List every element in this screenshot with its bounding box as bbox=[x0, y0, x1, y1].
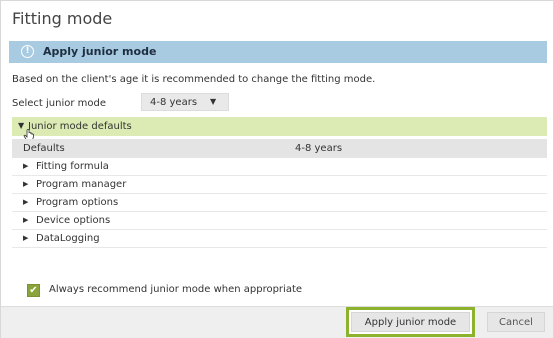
tree-item-program-manager[interactable]: ▶ Program manager bbox=[12, 176, 547, 194]
cancel-button[interactable]: Cancel bbox=[487, 312, 545, 332]
column-header-defaults: Defaults bbox=[23, 143, 65, 154]
junior-mode-select[interactable]: 4-8 years ▼ bbox=[141, 93, 229, 111]
tree-item-datalogging[interactable]: ▶ DataLogging bbox=[12, 230, 547, 248]
dialog-title: Fitting mode bbox=[12, 9, 113, 28]
tree-item-label: Program options bbox=[36, 197, 119, 208]
apply-junior-mode-button[interactable]: Apply junior mode bbox=[351, 312, 470, 332]
tree-item-label: Program manager bbox=[36, 179, 127, 190]
junior-mode-label: Select junior mode bbox=[12, 98, 107, 109]
always-recommend-label[interactable]: Always recommend junior mode when approp… bbox=[49, 284, 302, 295]
expand-arrow-icon[interactable]: ▶ bbox=[23, 198, 28, 206]
expand-arrow-icon[interactable]: ▶ bbox=[23, 216, 28, 224]
apply-button-highlight: Apply junior mode bbox=[346, 307, 475, 337]
banner-title: Apply junior mode bbox=[43, 45, 157, 58]
tree-item-fitting-formula[interactable]: ▶ Fitting formula bbox=[12, 158, 547, 176]
expand-arrow-icon[interactable]: ▶ bbox=[23, 162, 28, 170]
title-bar: Fitting mode bbox=[1, 1, 553, 39]
tree-item-device-options[interactable]: ▶ Device options bbox=[12, 212, 547, 230]
apply-junior-banner: ! Apply junior mode bbox=[9, 41, 547, 63]
tree-item-program-options[interactable]: ▶ Program options bbox=[12, 194, 547, 212]
tree-item-label: DataLogging bbox=[36, 233, 100, 244]
chevron-down-icon: ▼ bbox=[210, 97, 217, 106]
junior-defaults-section-header[interactable]: ▼ Junior mode defaults bbox=[12, 117, 547, 136]
junior-mode-value: 4-8 years bbox=[150, 97, 198, 108]
recommendation-text: Based on the client's age it is recommen… bbox=[12, 74, 376, 85]
info-icon: ! bbox=[21, 45, 34, 58]
defaults-table-header: Defaults 4-8 years bbox=[12, 139, 547, 158]
fitting-mode-dialog: Fitting mode ! Apply junior mode Based o… bbox=[0, 0, 554, 338]
column-header-age: 4-8 years bbox=[295, 143, 343, 154]
expand-arrow-icon[interactable]: ▶ bbox=[23, 180, 28, 188]
tree-item-label: Device options bbox=[36, 215, 111, 226]
tree-item-label: Fitting formula bbox=[36, 161, 109, 172]
checkmark-icon: ✔ bbox=[29, 285, 38, 296]
section-title: Junior mode defaults bbox=[28, 121, 132, 132]
always-recommend-checkbox[interactable]: ✔ bbox=[27, 284, 40, 297]
expand-arrow-icon[interactable]: ▶ bbox=[23, 234, 28, 242]
